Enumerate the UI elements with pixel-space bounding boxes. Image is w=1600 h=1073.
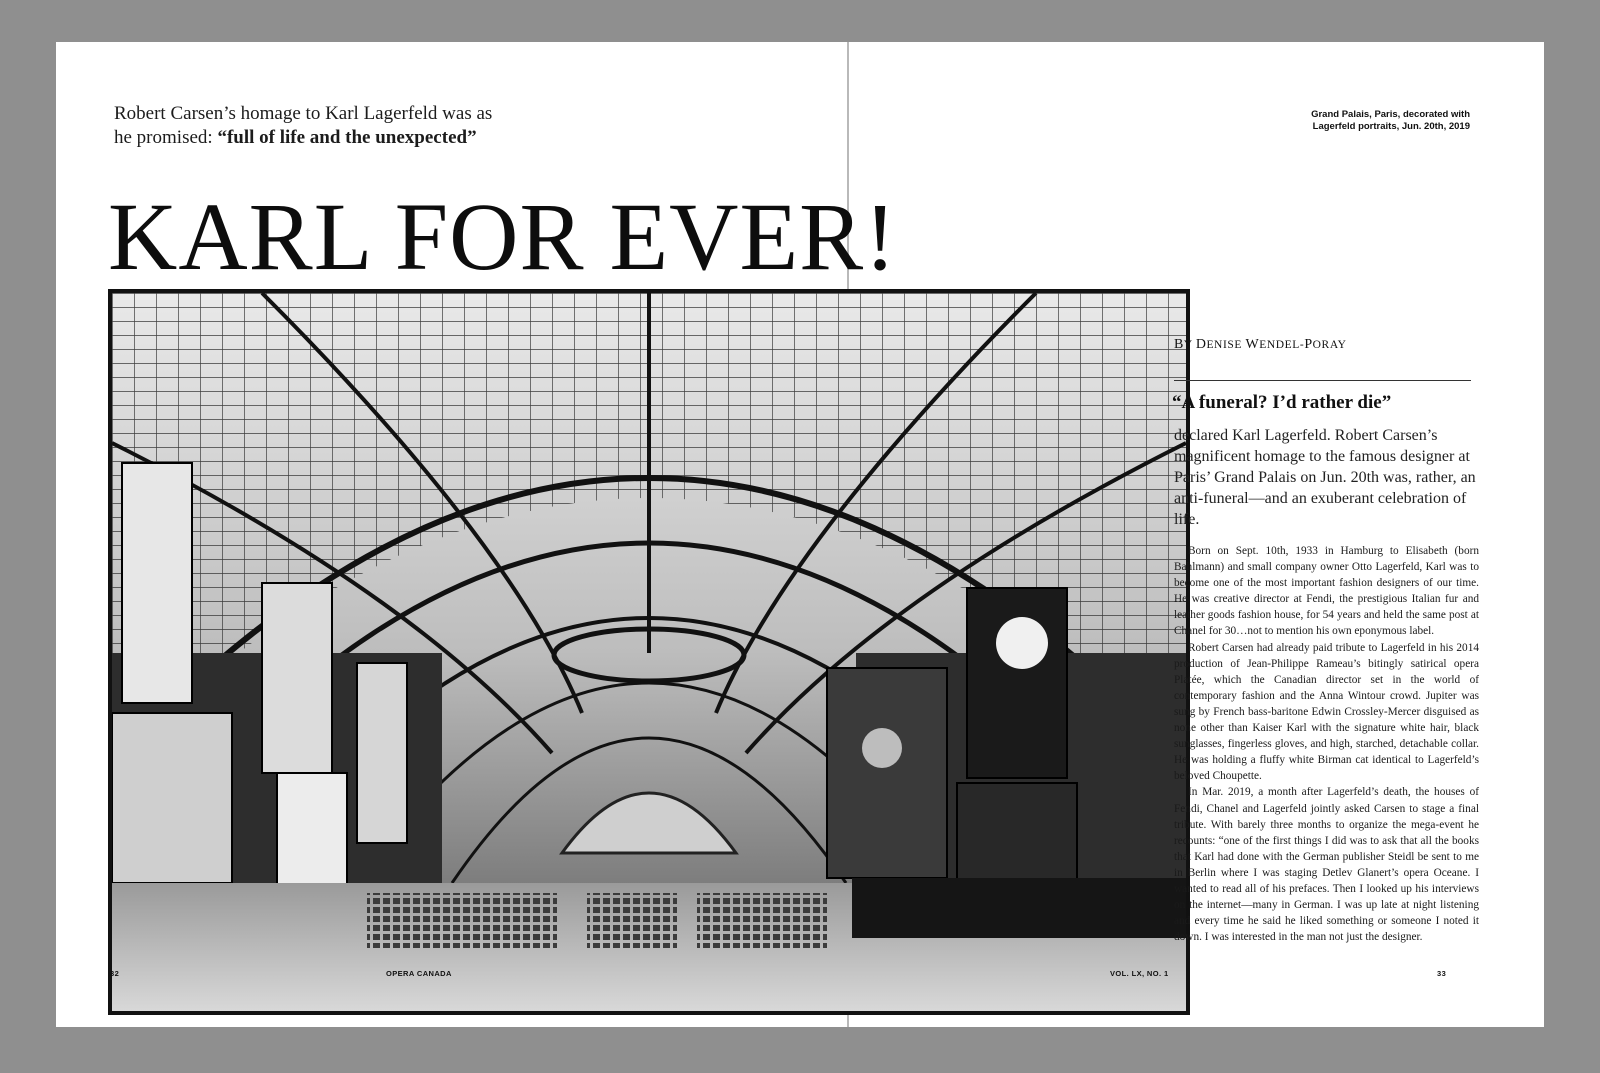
pull-quote: “A funeral? I’d rather die” — [1172, 392, 1392, 413]
seating-left — [367, 893, 557, 948]
lede-paragraph: declared Karl Lagerfeld. Robert Carsen’s… — [1174, 427, 1476, 528]
kicker-line-1: Robert Carsen’s homage to Karl Lagerfeld… — [114, 103, 493, 124]
body-paragraph: Robert Carsen had already paid tribute t… — [1174, 641, 1479, 783]
article-body: Born on Sept. 10th, 1933 in Hamburg to E… — [1174, 543, 1479, 945]
stage-platform — [852, 878, 1186, 938]
seating-right — [697, 893, 827, 948]
kicker: Robert Carsen’s homage to Karl Lagerfeld… — [114, 102, 584, 150]
byline-first-rest: enise — [1206, 339, 1246, 351]
byline-by-initial: B — [1174, 337, 1184, 352]
issue-info: VOL. LX, NO. 1 — [1110, 969, 1169, 978]
byline-by-rest: y — [1183, 339, 1196, 351]
grand-palais-photo — [108, 289, 1190, 1015]
byline-last-initial: W — [1245, 337, 1260, 352]
headline: KARL FOR EVER! — [108, 183, 898, 290]
caption-line-2: Lagerfeld portraits, Jun. 20th, 2019 — [1312, 121, 1470, 132]
byline: By Denise Wendel-Poray — [1174, 337, 1347, 353]
magazine-title: OPERA CANADA — [386, 969, 452, 978]
body-paragraph: In Mar. 2019, a month after Lagerfeld’s … — [1174, 786, 1479, 944]
kicker-quote: “full of life and the unexpected” — [217, 127, 477, 148]
seating-center — [587, 893, 677, 948]
byline-last-rest: endel- — [1259, 339, 1305, 351]
kicker-line-2: he promised: — [114, 127, 218, 148]
byline-last2-initial: P — [1304, 337, 1313, 352]
page-number-right: 33 — [1437, 969, 1447, 978]
grand-palais-illustration — [112, 293, 1186, 1011]
magazine-spread: Robert Carsen’s homage to Karl Lagerfeld… — [56, 42, 1544, 1027]
byline-first-initial: D — [1195, 337, 1207, 352]
photo-caption: Grand Palais, Paris, decorated with Lage… — [1210, 109, 1470, 133]
byline-last2-rest: oray — [1312, 339, 1347, 351]
byline-rule — [1174, 380, 1471, 381]
body-paragraph: Born on Sept. 10th, 1933 in Hamburg to E… — [1174, 545, 1479, 638]
caption-line-1: Grand Palais, Paris, decorated with — [1311, 109, 1470, 120]
page-number-left: 32 — [110, 969, 120, 978]
